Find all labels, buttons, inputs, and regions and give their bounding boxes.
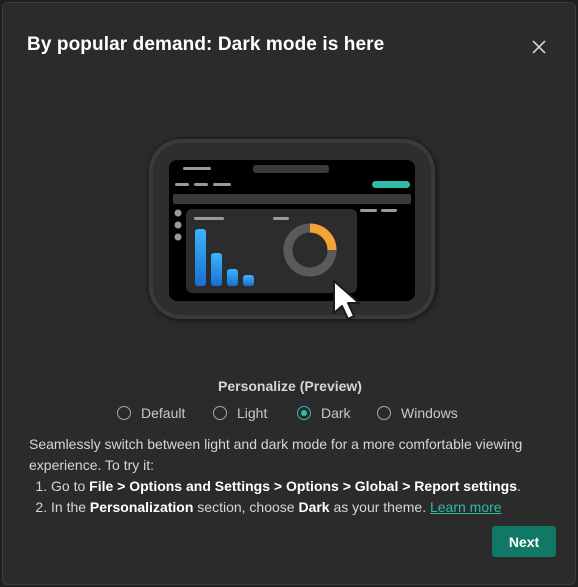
- radio-dark[interactable]: Dark: [297, 405, 377, 421]
- step-1: Go to File > Options and Settings > Opti…: [51, 476, 559, 497]
- step-2-pre: In the: [51, 499, 90, 515]
- radio-label-dark: Dark: [321, 405, 351, 421]
- radio-circle[interactable]: [377, 406, 391, 420]
- description: Seamlessly switch between light and dark…: [29, 434, 559, 518]
- radio-circle[interactable]: [117, 406, 131, 420]
- dark-mode-dialog: By popular demand: Dark mode is here Per…: [2, 2, 576, 585]
- dialog-title: By popular demand: Dark mode is here: [27, 34, 385, 55]
- step-2-section: Personalization: [89, 499, 194, 515]
- personalize-heading: Personalize (Preview): [218, 378, 362, 394]
- next-button[interactable]: Next: [492, 526, 556, 557]
- step-1-path: File > Options and Settings > Options > …: [89, 478, 517, 494]
- radio-circle[interactable]: [213, 406, 227, 420]
- radio-light[interactable]: Light: [213, 405, 297, 421]
- radio-label-default: Default: [141, 405, 186, 421]
- learn-more-link[interactable]: Learn more: [430, 499, 502, 515]
- dark-mode-preview-illustration: [149, 139, 437, 321]
- step-1-post: .: [516, 478, 521, 494]
- radio-label-light: Light: [237, 405, 268, 421]
- step-2: In the Personalization section, choose D…: [51, 497, 559, 518]
- radio-label-windows: Windows: [401, 405, 458, 421]
- radio-windows[interactable]: Windows: [377, 405, 458, 421]
- step-1-pre: Go to: [51, 478, 90, 494]
- radio-circle-selected[interactable]: [297, 406, 311, 420]
- close-icon[interactable]: [528, 36, 550, 58]
- theme-radio-group: Default Light Dark Windows: [117, 405, 458, 421]
- step-2-post: as your theme.: [329, 499, 430, 515]
- radio-default[interactable]: Default: [117, 405, 213, 421]
- step-2-mid: section, choose: [193, 499, 299, 515]
- description-intro: Seamlessly switch between light and dark…: [29, 436, 523, 473]
- step-2-theme: Dark: [298, 499, 330, 515]
- steps-list: Go to File > Options and Settings > Opti…: [29, 476, 559, 518]
